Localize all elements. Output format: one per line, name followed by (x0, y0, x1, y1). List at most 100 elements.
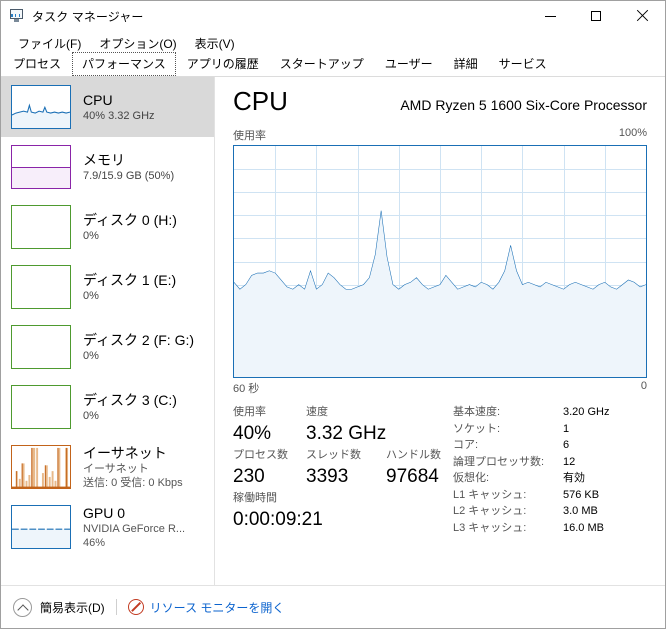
sidebar-sub-gpu-0-model: NVIDIA GeForce R... (83, 522, 186, 535)
stat-speed-value: 3.32 GHz (306, 423, 387, 444)
graph-usage-label: 使用率 (233, 130, 266, 142)
disk-1-thumbnail (11, 265, 71, 309)
spec-base-speed: 基本速度: 3.20 GHz (453, 404, 647, 421)
window-title: タスク マネージャー (32, 9, 144, 24)
task-manager-icon (9, 8, 25, 24)
spec-logical-processors-key: 論理プロセッサ数: (453, 455, 545, 468)
sidebar-title-gpu-0: GPU 0 (83, 504, 126, 521)
fewer-details-button[interactable]: 簡易表示(D) (40, 599, 105, 616)
title-bar: タスク マネージャー (1, 1, 665, 32)
sidebar-sub-ethernet-name: イーサネット (83, 462, 149, 475)
stat-row-counts: プロセス数 230 スレッド数 3393 ハンドル数 97684 (233, 447, 443, 490)
sidebar-title-cpu: CPU (83, 91, 113, 108)
chevron-up-icon (13, 597, 32, 617)
sidebar-text-gpu-0: GPU 0 NVIDIA GeForce R... 46% (83, 505, 185, 550)
sidebar-item-cpu[interactable]: CPU 40% 3.32 GHz (1, 77, 214, 137)
spec-cores-value: 6 (563, 439, 570, 451)
sidebar-sub-disk-1: 0% (83, 289, 99, 302)
stat-processes: プロセス数 230 (233, 447, 306, 490)
sidebar-item-disk-0[interactable]: ディスク 0 (H:) 0% (1, 197, 214, 257)
stat-uptime: 稼働時間 0:00:09:21 (233, 490, 323, 533)
sidebar-sub-memory: 7.9/15.9 GB (50%) (83, 169, 175, 182)
spec-l3-cache-value: 16.0 MB (563, 521, 604, 534)
tab-processes[interactable]: プロセス (3, 52, 71, 76)
menu-file[interactable]: ファイル(F) (9, 33, 90, 54)
menu-bar: ファイル(F) オプション(O) 表示(V) (1, 32, 665, 54)
tab-services[interactable]: サービス (489, 52, 557, 76)
tab-app-history[interactable]: アプリの履歴 (177, 52, 269, 76)
cpu-graph-plot (234, 146, 646, 377)
sidebar-title-disk-0: ディスク 0 (H:) (83, 211, 177, 228)
cpu-detail-panel: CPU AMD Ryzen 5 1600 Six-Core Processor … (215, 77, 665, 585)
close-button[interactable] (619, 1, 665, 32)
stat-speed-label: 速度 (306, 406, 328, 418)
graph-axis-top: 使用率 100% (233, 127, 647, 143)
sidebar-text-disk-2: ディスク 2 (F: G:) 0% (83, 332, 194, 363)
sidebar-sub-disk-2: 0% (83, 349, 99, 362)
sidebar-item-ethernet[interactable]: イーサネット イーサネット 送信: 0 受信: 0 Kbps (1, 437, 214, 497)
graph-max-label: 100% (618, 127, 647, 139)
menu-view[interactable]: 表示(V) (186, 33, 244, 54)
stat-speed: 速度 3.32 GHz (306, 404, 386, 447)
spec-virtualization-key: 仮想化: (453, 472, 490, 484)
task-manager-window: タスク マネージャー ファイル(F) オプション(O) 表示(V) プロセス パ… (0, 0, 666, 629)
sidebar-title-ethernet: イーサネット (83, 444, 167, 461)
sidebar-item-gpu-0[interactable]: GPU 0 NVIDIA GeForce R... 46% (1, 497, 214, 557)
minimize-button[interactable] (527, 1, 573, 32)
sidebar-item-disk-3[interactable]: ディスク 3 (C:) 0% (1, 377, 214, 437)
tab-details[interactable]: 詳細 (444, 52, 488, 76)
spec-l2-cache-key: L2 キャッシュ: (453, 505, 527, 517)
stat-row-usage-speed: 使用率 40% 速度 3.32 GHz (233, 404, 443, 447)
resource-sidebar: CPU 40% 3.32 GHz メモリ 7.9/15.9 GB (50%) デ… (1, 77, 215, 585)
window-controls (527, 1, 665, 32)
memory-thumbnail (11, 145, 71, 189)
spec-l1-cache: L1 キャッシュ: 576 KB (453, 487, 647, 504)
sidebar-title-disk-3: ディスク 3 (C:) (83, 391, 177, 408)
stat-processes-label: プロセス数 (233, 449, 288, 461)
sidebar-item-memory[interactable]: メモリ 7.9/15.9 GB (50%) (1, 137, 214, 197)
stat-handles: ハンドル数 97684 (386, 447, 441, 490)
stat-usage-label: 使用率 (233, 406, 266, 418)
stat-threads: スレッド数 3393 (306, 447, 386, 490)
spec-base-speed-key: 基本速度: (453, 406, 501, 418)
tab-startup[interactable]: スタートアップ (270, 52, 374, 76)
tab-users[interactable]: ユーザー (375, 52, 443, 76)
close-icon (636, 10, 648, 22)
specs-column: 基本速度: 3.20 GHz ソケット: 1 コア: 6 論理プロセッサ数: 1… (443, 404, 647, 536)
sidebar-title-disk-1: ディスク 1 (E:) (83, 271, 177, 288)
sidebar-sub-cpu: 40% 3.32 GHz (83, 109, 155, 122)
open-resource-monitor-link[interactable]: リソース モニターを開く (150, 599, 285, 616)
sidebar-title-disk-2: ディスク 2 (F: G:) (83, 331, 195, 348)
tab-performance[interactable]: パフォーマンス (72, 52, 176, 76)
tab-strip: プロセス パフォーマンス アプリの履歴 スタートアップ ユーザー 詳細 サービス (1, 52, 665, 77)
spec-l2-cache: L2 キャッシュ: 3.0 MB (453, 503, 647, 520)
resource-monitor-icon (127, 599, 144, 615)
spec-virtualization-value: 有効 (563, 472, 585, 484)
stat-usage-value: 40% (233, 423, 272, 444)
graph-axis-bottom: 60 秒 0 (233, 380, 647, 396)
cpu-model-label: AMD Ryzen 5 1600 Six-Core Processor (400, 97, 647, 113)
stat-uptime-label: 稼働時間 (233, 492, 277, 504)
sidebar-title-memory: メモリ (83, 151, 125, 168)
page-title: CPU (233, 86, 288, 116)
spec-virtualization: 仮想化: 有効 (453, 470, 647, 487)
maximize-button[interactable] (573, 1, 619, 32)
stats-area: 使用率 40% 速度 3.32 GHz プロセス数 230 スレッド数 3393… (233, 404, 647, 536)
stat-row-uptime: 稼働時間 0:00:09:21 (233, 490, 443, 533)
sidebar-sub-gpu-0-usage: 46% (83, 536, 106, 549)
sidebar-text-disk-0: ディスク 0 (H:) 0% (83, 212, 177, 243)
disk-2-thumbnail (11, 325, 71, 369)
sidebar-item-disk-1[interactable]: ディスク 1 (E:) 0% (1, 257, 214, 317)
menu-options[interactable]: オプション(O) (90, 33, 185, 54)
status-bar: 簡易表示(D) リソース モニターを開く (1, 585, 665, 628)
sidebar-item-disk-2[interactable]: ディスク 2 (F: G:) 0% (1, 317, 214, 377)
stat-threads-label: スレッド数 (306, 449, 361, 461)
sidebar-text-cpu: CPU 40% 3.32 GHz (83, 92, 155, 123)
stat-processes-value: 230 (233, 466, 265, 487)
spec-sockets: ソケット: 1 (453, 421, 647, 438)
stat-usage: 使用率 40% (233, 404, 306, 447)
spec-logical-processors-value: 12 (563, 455, 576, 468)
graph-time-label: 60 秒 (233, 383, 260, 395)
spec-l2-cache-value: 3.0 MB (563, 505, 598, 517)
sidebar-sub-ethernet-rate: 送信: 0 受信: 0 Kbps (83, 476, 183, 489)
